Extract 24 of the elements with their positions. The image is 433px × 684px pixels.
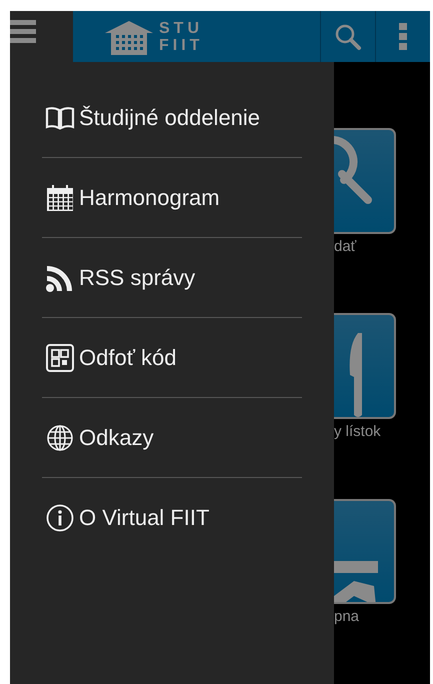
- menu-item[interactable]: RSS správy: [42, 238, 302, 318]
- logo-text: STU: [159, 20, 204, 36]
- tile-label: pna: [334, 608, 360, 626]
- menu-item[interactable]: Odfoť kód: [42, 318, 302, 398]
- menu-item[interactable]: Odkazy: [42, 398, 302, 478]
- menu-item[interactable]: O Virtual FIIT: [42, 478, 302, 558]
- tile-button[interactable]: [334, 313, 396, 419]
- logo-text: FIIT: [159, 36, 204, 54]
- search-icon: [334, 22, 362, 50]
- menu-item[interactable]: Študijné oddelenie: [42, 78, 302, 158]
- tile-label: dať: [334, 238, 356, 255]
- qr-code-icon: [45, 342, 75, 372]
- tile-button[interactable]: [334, 498, 396, 604]
- magnifier-icon: [334, 136, 372, 204]
- globe-icon: [45, 422, 75, 452]
- calendar-icon: [45, 182, 75, 212]
- knife-icon: [350, 333, 362, 417]
- building-icon: [105, 18, 153, 54]
- menu-icon[interactable]: [10, 20, 36, 44]
- info-icon: [45, 503, 75, 533]
- tile-button[interactable]: [334, 128, 396, 234]
- more-icon: [399, 22, 407, 50]
- menu-item[interactable]: Harmonogram: [42, 158, 302, 238]
- tile-label: y lístok: [334, 422, 381, 440]
